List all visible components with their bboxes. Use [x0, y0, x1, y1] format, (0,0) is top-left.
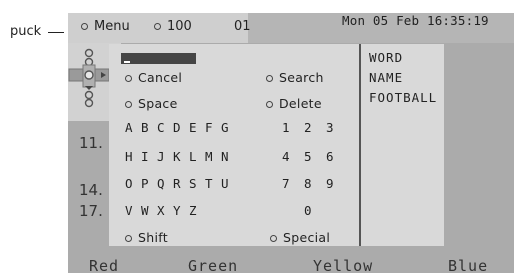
key-N[interactable]: N — [221, 149, 237, 164]
number-row: 123 — [282, 120, 348, 135]
key-I[interactable]: I — [141, 149, 157, 164]
channel-circle-icon — [154, 23, 161, 30]
key-F[interactable]: F — [205, 120, 221, 135]
key-Z[interactable]: Z — [189, 203, 205, 218]
result-item[interactable]: WORD — [369, 50, 403, 65]
key-Y[interactable]: Y — [173, 203, 189, 218]
key-9[interactable]: 9 — [326, 176, 348, 191]
cancel-circle-icon — [125, 75, 132, 82]
letter-row: ABCDEFG — [125, 120, 237, 135]
special-label: Special — [283, 230, 331, 245]
panel-divider — [359, 44, 361, 246]
search-input[interactable] — [121, 53, 196, 64]
key-O[interactable]: O — [125, 176, 141, 191]
key-K[interactable]: K — [173, 149, 189, 164]
clock: Mon 05 Feb 16:35:19 — [342, 13, 489, 28]
key-R[interactable]: R — [173, 176, 189, 191]
number-row: 456 — [282, 149, 348, 164]
channel-entry[interactable]: 14. — [79, 181, 103, 199]
key-G[interactable]: G — [221, 120, 237, 135]
key-L[interactable]: L — [189, 149, 205, 164]
green-button[interactable]: Green — [188, 257, 238, 275]
search-circle-icon — [266, 75, 273, 82]
blue-button[interactable]: Blue — [448, 257, 488, 275]
channel-entry[interactable]: 17. — [79, 202, 103, 220]
puck-annotation-line — [48, 32, 64, 33]
shift-label: Shift — [138, 230, 168, 245]
cancel-label: Cancel — [138, 70, 183, 85]
key-E[interactable]: E — [189, 120, 205, 135]
sub-number: 01 — [234, 19, 251, 34]
shift-button[interactable]: Shift — [125, 230, 168, 245]
menu-label: Menu — [94, 19, 130, 34]
key-S[interactable]: S — [189, 176, 205, 191]
key-V[interactable]: V — [125, 203, 141, 218]
red-button[interactable]: Red — [89, 257, 119, 275]
delete-button[interactable]: Delete — [266, 96, 322, 111]
key-7[interactable]: 7 — [282, 176, 304, 191]
key-D[interactable]: D — [173, 120, 189, 135]
space-label: Space — [138, 96, 178, 111]
cancel-button[interactable]: Cancel — [125, 70, 182, 85]
key-0[interactable]: 0 — [304, 203, 326, 218]
special-button[interactable]: Special — [270, 230, 330, 245]
channel-entry[interactable]: 11. — [79, 134, 103, 152]
search-button[interactable]: Search — [266, 70, 324, 85]
result-item[interactable]: FOOTBALL — [369, 90, 437, 105]
result-item[interactable]: NAME — [369, 70, 403, 85]
letter-row: OPQRSTU — [125, 176, 237, 191]
navigation-puck-icon[interactable] — [68, 45, 110, 111]
key-3[interactable]: 3 — [326, 120, 348, 135]
search-label: Search — [279, 70, 324, 85]
menu-circle-icon — [81, 23, 88, 30]
letter-row: VWXYZ — [125, 203, 205, 218]
yellow-button[interactable]: Yellow — [313, 257, 373, 275]
delete-circle-icon — [266, 101, 273, 108]
number-row: 789 — [282, 176, 348, 191]
search-input-cursor — [124, 61, 130, 63]
key-Q[interactable]: Q — [157, 176, 173, 191]
channel-number: 100 — [154, 19, 192, 34]
top-bar: Menu 100 01 Mon 05 Feb 16:35:19 — [68, 13, 514, 43]
key-5[interactable]: 5 — [304, 149, 326, 164]
shift-circle-icon — [125, 235, 132, 242]
key-U[interactable]: U — [221, 176, 237, 191]
key-8[interactable]: 8 — [304, 176, 326, 191]
number-row: 0 — [282, 203, 348, 218]
key-M[interactable]: M — [205, 149, 221, 164]
space-circle-icon — [125, 101, 132, 108]
key-P[interactable]: P — [141, 176, 157, 191]
key-J[interactable]: J — [157, 149, 173, 164]
key-T[interactable]: T — [205, 176, 221, 191]
key-4[interactable]: 4 — [282, 149, 304, 164]
key-6[interactable]: 6 — [326, 149, 348, 164]
special-circle-icon — [270, 235, 277, 242]
key-B[interactable]: B — [141, 120, 157, 135]
puck-annotation-label: puck — [10, 24, 42, 39]
key-X[interactable]: X — [157, 203, 173, 218]
key-1[interactable]: 1 — [282, 120, 304, 135]
menu-button[interactable]: Menu — [81, 19, 130, 34]
key-W[interactable]: W — [141, 203, 157, 218]
key-A[interactable]: A — [125, 120, 141, 135]
key-2[interactable]: 2 — [304, 120, 326, 135]
letter-row: HIJKLMN — [125, 149, 237, 164]
key-C[interactable]: C — [157, 120, 173, 135]
channel-number-text: 100 — [167, 19, 192, 34]
space-button[interactable]: Space — [125, 96, 178, 111]
key-H[interactable]: H — [125, 149, 141, 164]
delete-label: Delete — [279, 96, 322, 111]
